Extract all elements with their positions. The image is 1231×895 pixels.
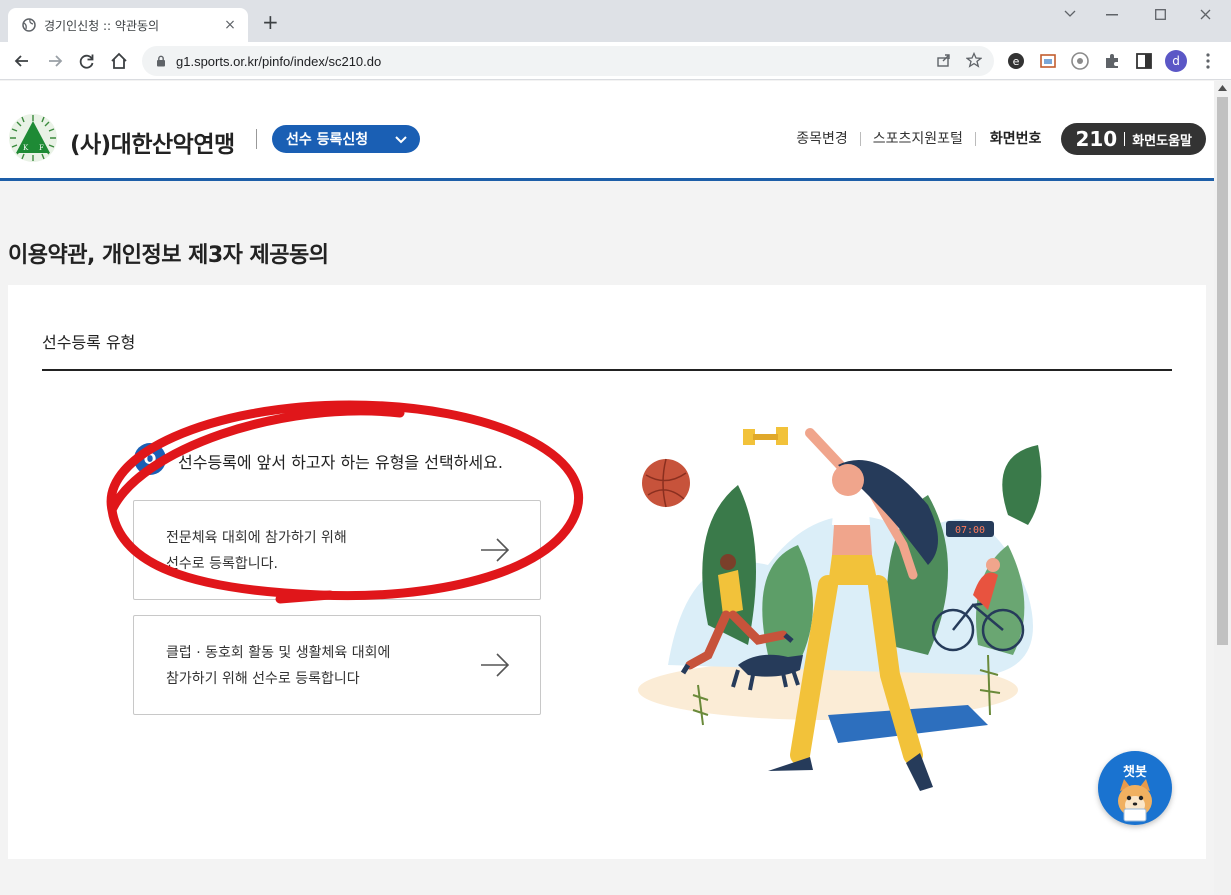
profile-avatar[interactable]: d	[1165, 50, 1187, 72]
sports-illustration: 07:00	[638, 427, 1042, 791]
lock-icon	[157, 55, 165, 67]
option-elite-line1: 전문체육 대회에 참가하기 위해	[166, 530, 347, 546]
question-text: 선수등록에 앞서 하고자 하는 유형을 선택하세요.	[178, 453, 503, 472]
content-card: 선수등록 유형 Q 선수등록에 앞서 하고자 하는 유형을 선택하세요. 전문체…	[8, 285, 1206, 859]
side-panel-icon[interactable]	[1134, 51, 1154, 71]
tab-close-icon[interactable]: ×	[222, 17, 238, 33]
option-club-sports[interactable]: 클럽 · 동호회 활동 및 생활체육 대회에 참가하기 위해 선수로 등록합니다	[133, 615, 541, 715]
option-club-line1: 클럽 · 동호회 활동 및 생활체육 대회에	[166, 645, 391, 661]
extension-window-icon[interactable]	[1038, 51, 1058, 71]
minimize-icon[interactable]	[1106, 14, 1118, 16]
menu-kebab-icon[interactable]	[1198, 51, 1218, 71]
screen-help-button[interactable]: 210 화면도움말	[1061, 123, 1206, 155]
svg-text:K: K	[23, 144, 29, 152]
federation-logo[interactable]: K F	[8, 113, 58, 163]
section-label: 선수등록 유형	[42, 333, 136, 352]
svg-text:07:00: 07:00	[955, 525, 985, 536]
registration-menu-label: 선수 등록신청	[286, 132, 369, 148]
chevron-down-icon	[395, 136, 407, 144]
screen-number: 210	[1075, 127, 1118, 151]
browser-toolbar: g1.sports.or.kr/pinfo/index/sc210.do e d	[0, 42, 1231, 80]
option-club-line2: 참가하기 위해 선수로 등록합니다	[166, 671, 360, 687]
scroll-up-arrow-icon[interactable]	[1218, 85, 1227, 91]
change-event-link[interactable]: 종목변경	[784, 132, 861, 146]
section-divider	[42, 369, 1172, 371]
url-text: g1.sports.or.kr/pinfo/index/sc210.do	[176, 53, 382, 69]
site-header: K F (사)대한산악연맹 선수 등록신청 종목변경 스포츠지원포털 화면번호 …	[0, 81, 1214, 181]
maximize-icon[interactable]	[1155, 9, 1166, 20]
header-right: 종목변경 스포츠지원포털 화면번호 210 화면도움말	[784, 123, 1206, 155]
org-name[interactable]: (사)대한산악연맹	[70, 125, 235, 159]
extension-e-icon[interactable]: e	[1006, 51, 1026, 71]
new-tab-button[interactable]: +	[262, 12, 279, 32]
screen-number-label: 화면번호	[989, 131, 1042, 147]
chatbot-mascot-icon	[1118, 779, 1152, 822]
share-icon[interactable]	[936, 52, 952, 68]
sports-portal-link[interactable]: 스포츠지원포털	[861, 132, 976, 146]
question-badge: Q	[134, 443, 166, 475]
header-divider	[256, 129, 257, 149]
option-club-text: 클럽 · 동호회 활동 및 생활체육 대회에 참가하기 위해 선수로 등록합니다	[166, 640, 390, 692]
page-title: 이용약관, 개인정보 제3자 제공동의	[8, 243, 329, 268]
page-viewport: K F (사)대한산악연맹 선수 등록신청 종목변경 스포츠지원포털 화면번호 …	[0, 81, 1214, 895]
globe-icon	[22, 18, 36, 32]
page-scrollbar[interactable]	[1214, 81, 1231, 895]
forward-icon[interactable]	[45, 51, 65, 71]
svg-text:e: e	[1013, 55, 1020, 68]
browser-tabstrip: 경기인신청 :: 약관동의 × +	[0, 0, 1231, 42]
tab-search-icon[interactable]	[1064, 10, 1076, 18]
home-icon[interactable]	[109, 51, 129, 71]
option-elite-line2: 선수로 등록합니다.	[166, 556, 278, 572]
close-window-icon[interactable]	[1200, 9, 1211, 20]
arrow-right-icon	[481, 653, 510, 677]
screen-pill-divider	[1124, 132, 1126, 146]
address-bar[interactable]: g1.sports.or.kr/pinfo/index/sc210.do	[142, 46, 994, 76]
option-elite-sports[interactable]: 전문체육 대회에 참가하기 위해 선수로 등록합니다.	[133, 500, 541, 600]
reload-icon[interactable]	[77, 51, 97, 71]
chatbot-button[interactable]: 챗봇	[1098, 751, 1172, 825]
svg-text:F: F	[39, 144, 44, 152]
screen-help-label: 화면도움말	[1132, 133, 1192, 149]
extension-flower-icon[interactable]	[1070, 51, 1090, 71]
back-icon[interactable]	[12, 51, 32, 71]
browser-tab[interactable]: 경기인신청 :: 약관동의 ×	[8, 8, 248, 42]
scrollbar-thumb[interactable]	[1217, 97, 1228, 645]
arrow-right-icon	[481, 538, 510, 562]
option-elite-text: 전문체육 대회에 참가하기 위해 선수로 등록합니다.	[166, 525, 347, 577]
bookmark-star-icon[interactable]	[966, 52, 982, 68]
registration-menu-dropdown[interactable]: 선수 등록신청	[272, 125, 420, 153]
extensions-puzzle-icon[interactable]	[1102, 51, 1122, 71]
tab-title: 경기인신청 :: 약관동의	[44, 18, 160, 33]
